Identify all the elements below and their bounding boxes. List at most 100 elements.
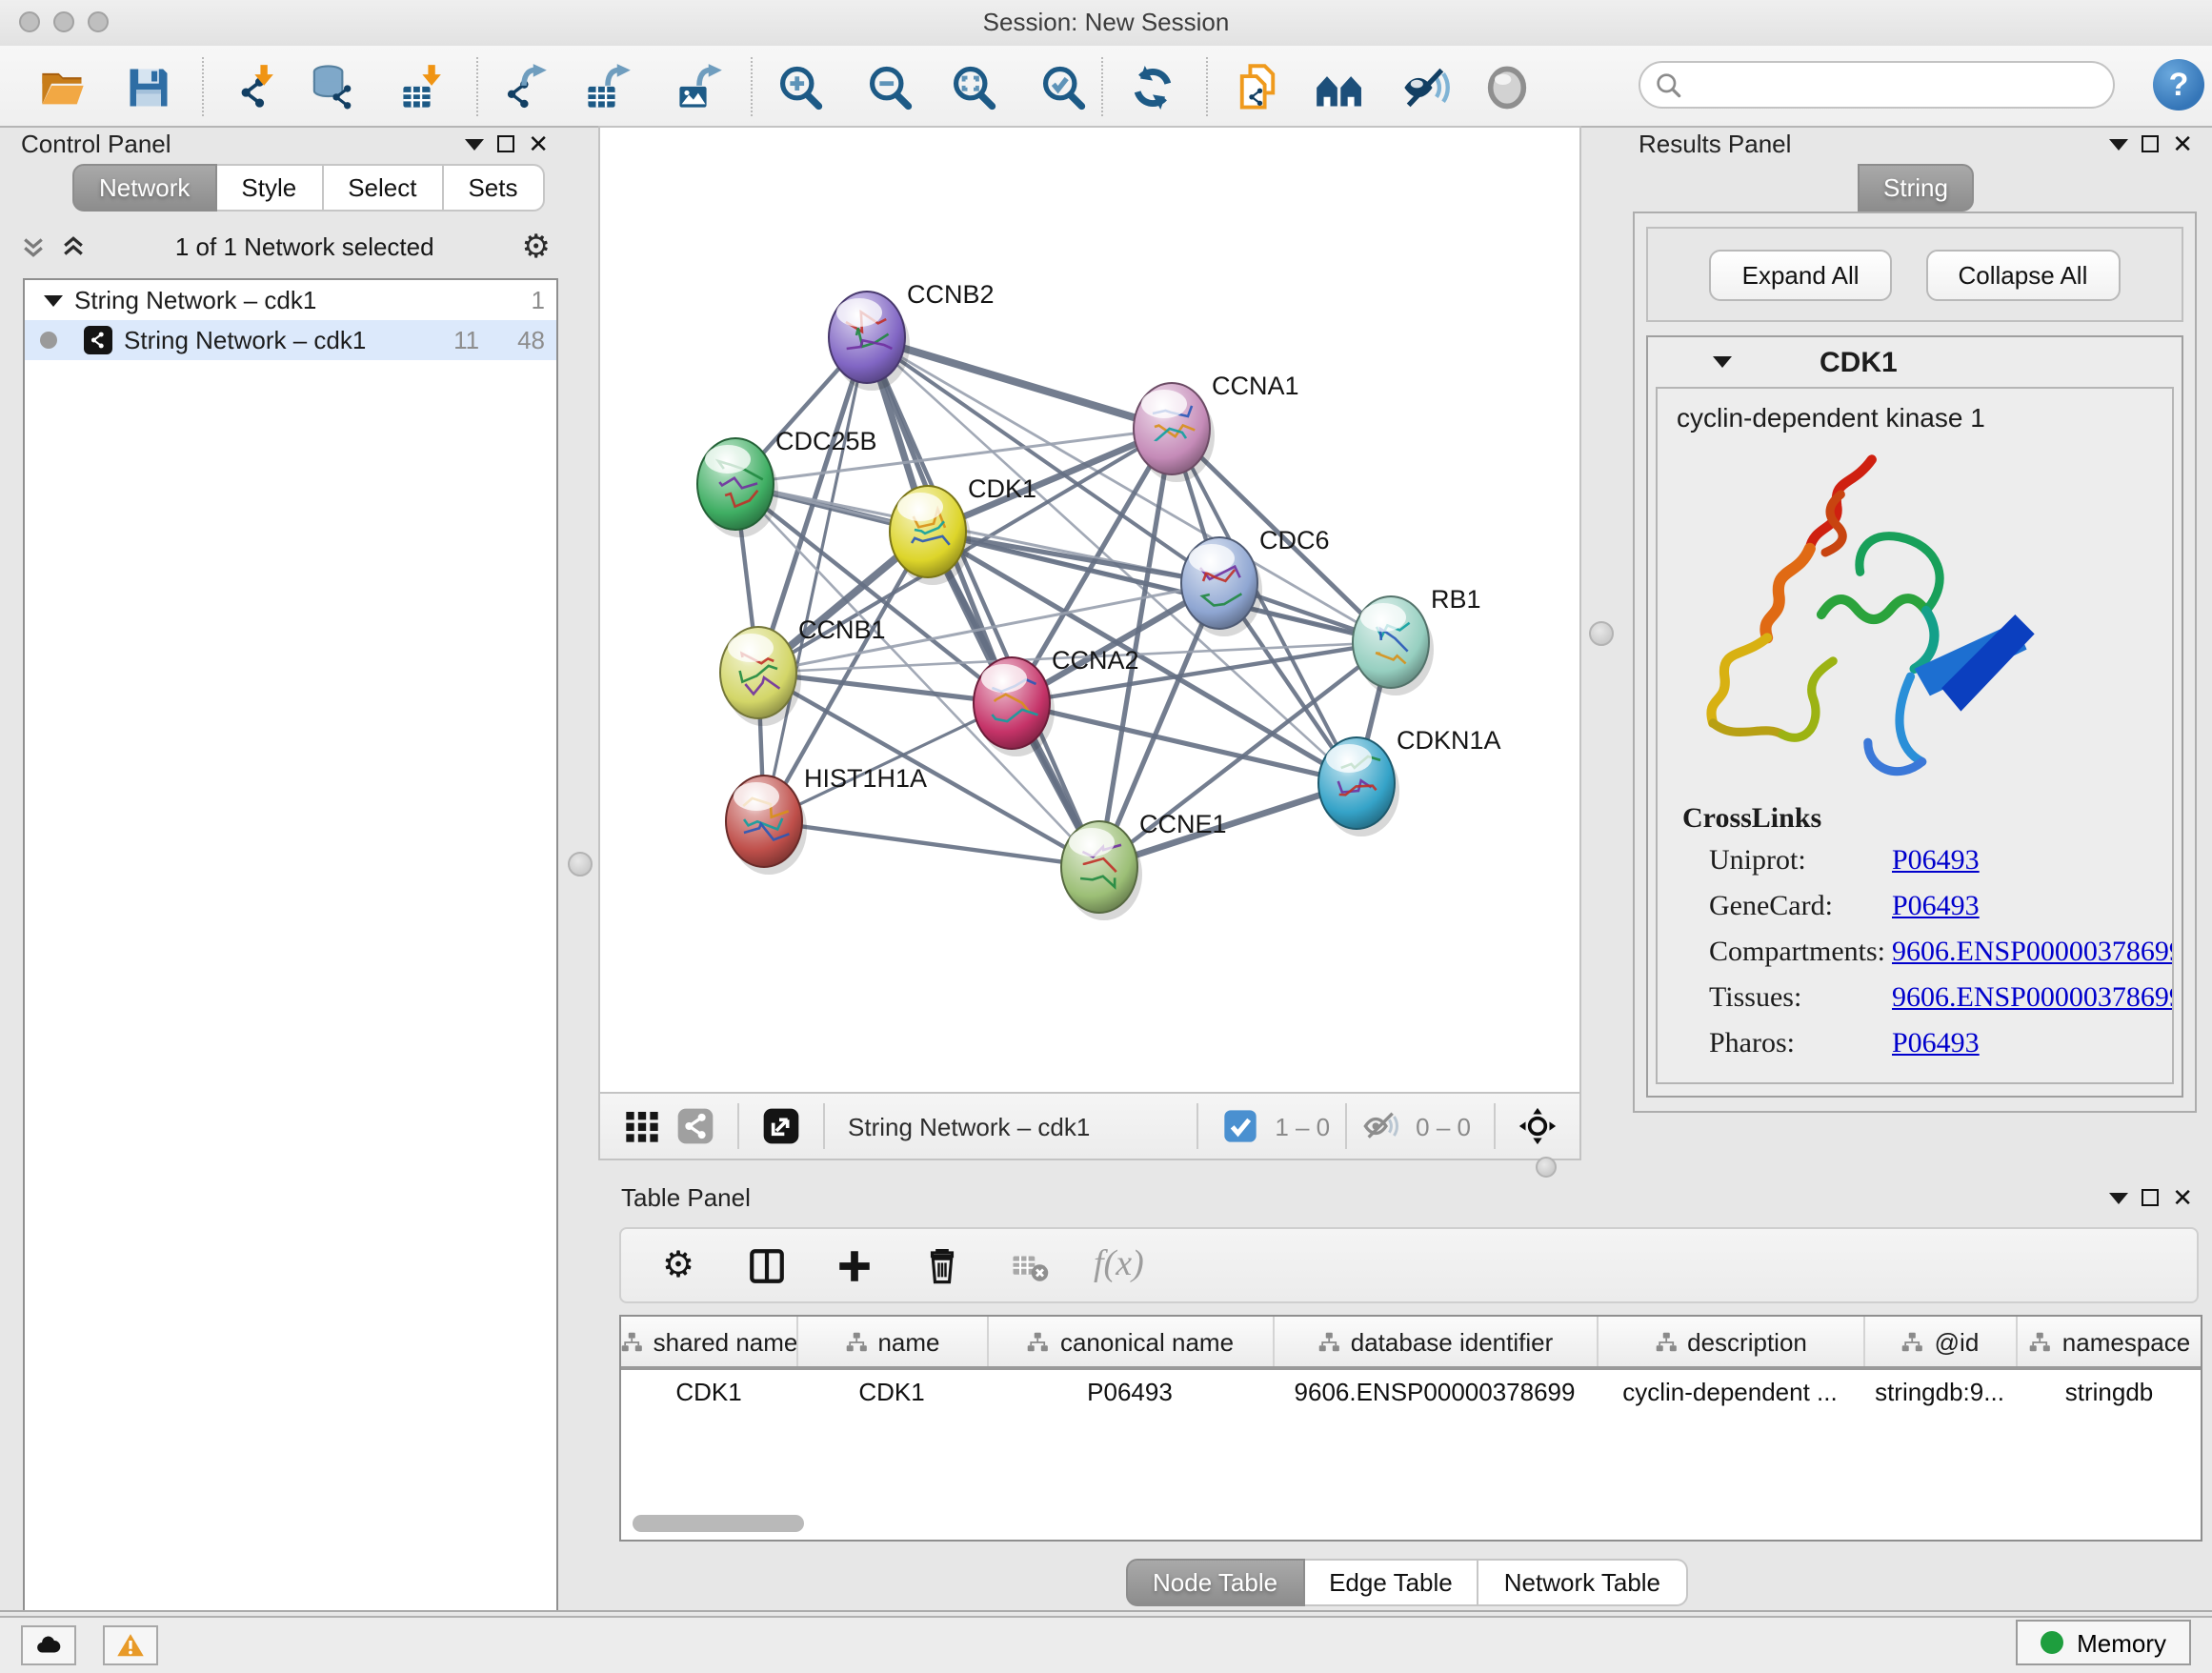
splitter-handle[interactable] xyxy=(1536,1157,1557,1178)
table-settings-gear-icon[interactable]: ⚙ xyxy=(655,1242,701,1288)
tab-style[interactable]: Style xyxy=(216,164,323,212)
birdseye-icon[interactable] xyxy=(1517,1105,1558,1147)
search-field[interactable] xyxy=(1639,61,2115,109)
delete-table-icon[interactable] xyxy=(1006,1242,1052,1288)
node-table[interactable]: shared namenamecanonical namedatabase id… xyxy=(619,1315,2202,1542)
search-input[interactable] xyxy=(1690,65,2107,109)
node-label: CCNB2 xyxy=(907,280,995,309)
network-edge[interactable] xyxy=(867,337,1391,642)
hidden-eye-icon[interactable] xyxy=(1360,1105,1402,1147)
network-tree-row[interactable]: String Network – cdk11148 xyxy=(25,320,556,360)
export-network-icon[interactable] xyxy=(495,59,553,116)
column-header-description[interactable]: description xyxy=(1597,1317,1863,1368)
tab-network[interactable]: Network xyxy=(72,164,216,212)
panel-close-icon[interactable]: ✕ xyxy=(2172,134,2193,153)
column-header-database-identifier[interactable]: database identifier xyxy=(1273,1317,1597,1368)
help-button[interactable]: ? xyxy=(2153,59,2204,111)
delete-column-icon[interactable] xyxy=(918,1242,964,1288)
export-view-icon[interactable] xyxy=(760,1105,802,1147)
import-network-icon[interactable] xyxy=(227,59,284,116)
crosslink-link[interactable]: P06493 xyxy=(1892,892,2174,924)
collapse-all-icon[interactable] xyxy=(19,232,48,260)
status-bar: Memory xyxy=(0,1616,2212,1673)
gear-icon[interactable]: ⚙ xyxy=(522,230,552,262)
network-node-rb1[interactable]: RB1 xyxy=(1353,585,1481,695)
panel-float-icon[interactable] xyxy=(2142,1189,2159,1206)
tab-sets[interactable]: Sets xyxy=(443,164,544,212)
clone-network-icon[interactable] xyxy=(1229,59,1286,116)
memory-button[interactable]: Memory xyxy=(2016,1620,2191,1665)
gene-section-header[interactable]: CDK1 xyxy=(1648,337,2182,387)
column-header-canonical-name[interactable]: canonical name xyxy=(987,1317,1273,1368)
panel-menu-icon[interactable] xyxy=(465,138,484,150)
tab-network-table[interactable]: Network Table xyxy=(1479,1559,1687,1606)
warning-icon[interactable] xyxy=(103,1625,158,1665)
expand-all-button[interactable]: Expand All xyxy=(1710,249,1892,300)
panel-menu-icon[interactable] xyxy=(2109,1192,2128,1203)
zoom-in-icon[interactable] xyxy=(772,59,829,116)
column-header-namespace[interactable]: namespace xyxy=(2016,1317,2202,1368)
tree-expand-icon[interactable] xyxy=(44,294,63,306)
refresh-icon[interactable] xyxy=(1124,59,1181,116)
import-table-icon[interactable] xyxy=(394,59,452,116)
splitter-handle[interactable] xyxy=(1589,621,1614,646)
network-badge-icon[interactable] xyxy=(674,1105,716,1147)
collapse-all-button[interactable]: Collapse All xyxy=(1926,249,2121,300)
crosslink-link[interactable]: 9606.ENSP00000378699 xyxy=(1892,937,2174,970)
network-node-cdk1[interactable]: CDK1 xyxy=(890,474,1036,585)
show-panel-icon[interactable] xyxy=(1478,59,1536,116)
tab-select[interactable]: Select xyxy=(323,164,443,212)
network-edge[interactable] xyxy=(764,821,1099,867)
panel-close-icon[interactable]: ✕ xyxy=(528,134,549,153)
network-node-ccnb2[interactable]: CCNB2 xyxy=(829,280,995,391)
zoom-fit-icon[interactable] xyxy=(945,59,1002,116)
network-node-ccne1[interactable]: CCNE1 xyxy=(1061,810,1227,920)
network-node-ccna2[interactable]: CCNA2 xyxy=(974,646,1139,756)
tab-edge-table[interactable]: Edge Table xyxy=(1304,1559,1479,1606)
cloud-icon[interactable] xyxy=(21,1625,76,1665)
network-edge[interactable] xyxy=(1012,703,1357,783)
export-image-icon[interactable] xyxy=(671,59,728,116)
panel-close-icon[interactable]: ✕ xyxy=(2172,1188,2193,1207)
network-edge[interactable] xyxy=(764,337,867,821)
crosslink-link[interactable]: 9606.ENSP00000378699 xyxy=(1892,983,2174,1016)
selected-checkbox-icon[interactable] xyxy=(1219,1105,1261,1147)
column-header-name[interactable]: name xyxy=(796,1317,987,1368)
network-node-cdc25b[interactable]: CDC25B xyxy=(697,427,877,537)
zoom-selected-icon[interactable] xyxy=(1035,59,1092,116)
show-columns-icon[interactable] xyxy=(743,1242,789,1288)
add-column-icon[interactable] xyxy=(831,1242,876,1288)
import-database-icon[interactable] xyxy=(305,59,362,116)
zoom-out-icon[interactable] xyxy=(861,59,918,116)
export-table-icon[interactable] xyxy=(579,59,636,116)
table-row[interactable]: CDK1CDK1P064939606.ENSP00000378699cyclin… xyxy=(621,1368,2202,1414)
home-icon[interactable] xyxy=(1311,59,1368,116)
table-tabs: Node TableEdge TableNetwork Table xyxy=(1126,1559,1687,1606)
collapse-section-icon[interactable] xyxy=(1713,356,1732,368)
tab-string[interactable]: String xyxy=(1857,164,1975,212)
network-node-ccna1[interactable]: CCNA1 xyxy=(1134,372,1299,482)
splitter-handle[interactable] xyxy=(568,852,593,877)
crosslink-link[interactable]: P06493 xyxy=(1892,1029,2174,1061)
network-node-hist1h1a[interactable]: HIST1H1A xyxy=(726,764,927,875)
network-tree-row[interactable]: String Network – cdk11 xyxy=(25,280,556,320)
open-folder-icon[interactable] xyxy=(34,59,91,116)
save-icon[interactable] xyxy=(120,59,177,116)
protein-structure-image xyxy=(1684,440,2075,789)
tab-node-table[interactable]: Node Table xyxy=(1126,1559,1304,1606)
network-node-cdkn1a[interactable]: CDKN1A xyxy=(1318,726,1501,836)
network-canvas[interactable]: CCNB2CCNA1CDC25BCDK1CDC6RB1CCNB1CCNA2CDK… xyxy=(600,128,1579,1092)
hide-panel-icon[interactable] xyxy=(1397,59,1454,116)
column-header-shared-name[interactable]: shared name xyxy=(621,1317,796,1368)
network-edge[interactable] xyxy=(867,337,1172,429)
network-edge[interactable] xyxy=(764,703,1012,821)
panel-menu-icon[interactable] xyxy=(2109,138,2128,150)
panel-float-icon[interactable] xyxy=(2142,135,2159,152)
grid-view-icon[interactable] xyxy=(621,1105,663,1147)
column-header-id[interactable]: @id xyxy=(1863,1317,2016,1368)
table-panel-title: Table Panel xyxy=(621,1183,751,1212)
expand-all-icon[interactable] xyxy=(59,232,88,260)
panel-float-icon[interactable] xyxy=(497,135,514,152)
crosslink-link[interactable]: P06493 xyxy=(1892,846,2174,878)
table-horizontal-scrollbar[interactable] xyxy=(625,1515,2193,1532)
